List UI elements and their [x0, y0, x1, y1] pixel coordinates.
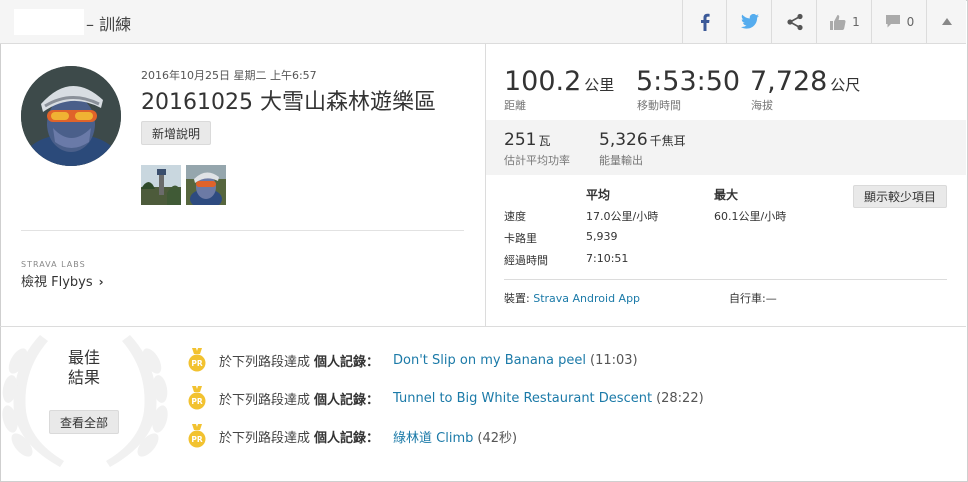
twitter-share-button[interactable]: [726, 0, 772, 43]
activity-title: 20161025 大雪山森林遊樂區: [141, 90, 436, 115]
speed-max: 60.1公里/小時: [714, 210, 787, 223]
view-flybys-label: 檢視 Flybys: [21, 275, 93, 290]
pr-medal-text: PR: [191, 435, 202, 444]
max-column-header: 最大: [714, 188, 739, 202]
twitter-icon: [740, 14, 759, 29]
energy-value: 5,326: [599, 130, 648, 150]
stat-energy: 5,326 千焦耳: [599, 130, 686, 150]
pr-medal-text: PR: [191, 359, 202, 368]
pr-label: 個人記錄：: [314, 392, 380, 408]
power-label: 估計平均功率: [504, 154, 570, 167]
segment-time: (28:22): [656, 390, 704, 406]
elevation-value: 7,728: [750, 66, 828, 97]
photo-image: [141, 165, 181, 205]
add-description-button[interactable]: 新增說明: [141, 121, 211, 145]
achievement-row: PR 於下列路段達成 個人記錄： Tunnel to Big White Restau…: [188, 386, 704, 410]
athlete-avatar[interactable]: [21, 66, 121, 166]
show-less-button[interactable]: 顯示較少項目: [853, 185, 947, 208]
photo-thumbnail[interactable]: [141, 165, 181, 205]
divider: [504, 279, 947, 280]
segment-time: (42秒): [477, 430, 518, 446]
device-link[interactable]: Strava Android App: [533, 292, 640, 305]
collapse-button[interactable]: [926, 0, 967, 43]
achievement-prefix: 於下列路段達成: [219, 430, 311, 446]
comment-count: 0: [906, 14, 915, 29]
device-info: 裝置: Strava Android App: [504, 290, 640, 306]
bike-info: 自行車:—: [729, 290, 777, 306]
activity-header: – 訓練 1 0: [0, 0, 966, 44]
power-value: 251: [504, 130, 537, 150]
elevation-label: 海拔: [751, 99, 773, 112]
segment-link[interactable]: Tunnel to Big White Restaurant Descent: [393, 391, 652, 406]
facebook-share-button[interactable]: [682, 0, 727, 43]
pr-medal-icon: PR: [188, 348, 206, 372]
calories-value: 5,939: [586, 230, 618, 243]
pr-medal-icon: PR: [188, 424, 206, 448]
best-efforts-title-line2: 結果: [67, 368, 100, 387]
stat-elevation: 7,728 公尺: [750, 66, 860, 97]
speed-avg: 17.0公里/小時: [586, 210, 659, 223]
best-efforts-title-line1: 最佳: [67, 348, 100, 367]
comment-button[interactable]: 0: [871, 0, 927, 43]
best-efforts-title: 最佳 結果: [56, 348, 112, 388]
bike-label: 自行車:: [729, 292, 766, 305]
elevation-unit: 公尺: [830, 76, 861, 94]
calories-label: 卡路里: [504, 232, 537, 245]
achievement-prefix: 於下列路段達成: [219, 354, 311, 370]
chevron-right-icon: ›: [98, 275, 104, 289]
achievement-row: PR 於下列路段達成 個人記錄： Don't Slip on my Banana pe…: [188, 348, 638, 372]
caret-up-icon: [942, 18, 952, 25]
speed-label: 速度: [504, 210, 526, 223]
moving-time-label: 移動時間: [637, 99, 681, 112]
bike-value: —: [765, 292, 777, 305]
activity-type-title: – 訓練: [86, 15, 132, 34]
share-icon: [786, 13, 803, 30]
avatar-image: [21, 66, 121, 166]
view-flybys-link[interactable]: 檢視 Flybys ›: [21, 271, 104, 290]
facebook-icon: [701, 13, 710, 31]
divider: [21, 230, 464, 231]
photo-image: [186, 165, 226, 205]
segment-time: (11:03): [590, 352, 638, 368]
segment-link[interactable]: 綠林道 Climb: [393, 427, 473, 446]
strava-labs-label: STRAVA LABS: [21, 260, 86, 269]
pr-medal-text: PR: [191, 397, 202, 406]
device-label: 裝置:: [504, 292, 530, 305]
share-button[interactable]: [771, 0, 817, 43]
pr-label: 個人記錄：: [314, 430, 380, 446]
moving-time-value: 5:53:50: [636, 66, 741, 97]
elapsed-time-value: 7:10:51: [586, 252, 629, 265]
stat-power: 251 瓦: [504, 130, 550, 150]
distance-value: 100.2: [504, 66, 582, 97]
thumbs-up-icon: [830, 14, 846, 30]
pr-medal-icon: PR: [188, 386, 206, 410]
power-unit: 瓦: [538, 134, 551, 148]
kudos-count: 1: [852, 14, 860, 29]
comment-icon: [885, 15, 900, 28]
avg-column-header: 平均: [586, 188, 611, 202]
achievement-row: PR 於下列路段達成 個人記錄： 綠林道 Climb (42秒): [188, 424, 517, 448]
activity-date: 2016年10月25日 星期二 上午6:57: [141, 69, 317, 82]
pr-label: 個人記錄：: [314, 354, 380, 370]
stat-distance: 100.2 公里: [504, 66, 614, 97]
energy-label: 能量輸出: [599, 154, 643, 167]
kudos-button[interactable]: 1: [816, 0, 872, 43]
athlete-name-redacted: [14, 9, 84, 35]
segment-link[interactable]: Don't Slip on my Banana peel: [393, 353, 586, 368]
elapsed-time-label: 經過時間: [504, 254, 548, 267]
stat-moving-time: 5:53:50: [636, 66, 740, 97]
energy-unit: 千焦耳: [649, 134, 686, 148]
distance-unit: 公里: [584, 76, 615, 94]
view-all-button[interactable]: 查看全部: [49, 410, 119, 434]
distance-label: 距離: [504, 99, 526, 112]
column-divider: [485, 44, 486, 326]
photo-thumbnail[interactable]: [186, 165, 226, 205]
achievement-prefix: 於下列路段達成: [219, 392, 311, 408]
